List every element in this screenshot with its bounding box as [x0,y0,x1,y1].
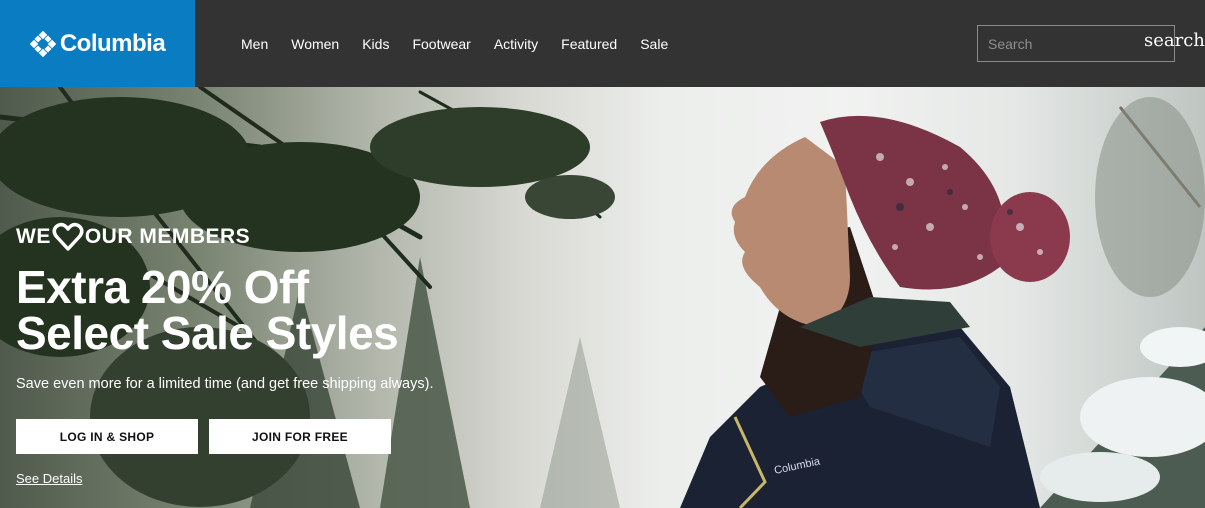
nav-footwear[interactable]: Footwear [412,36,470,52]
nav-sale[interactable]: Sale [640,36,668,52]
woman-figure: Columbia [680,115,1070,508]
headline-line-1: Extra 20% Off [16,261,309,313]
search-button[interactable]: search [1144,30,1205,51]
hero-subtext: Save even more for a limited time (and g… [16,376,434,392]
headline-line-2: Select Sale Styles [16,307,399,359]
search-form: search [977,25,1205,62]
nav-women[interactable]: Women [291,36,339,52]
hero-banner: Columbia WE OUR MEMBERS Extra 20% Off Se… [0,87,1205,508]
login-and-shop-button[interactable]: LOG IN & SHOP [16,419,198,454]
nav-kids[interactable]: Kids [362,36,389,52]
columbia-diamond-icon [29,30,56,57]
join-for-free-button[interactable]: JOIN FOR FREE [209,419,391,454]
hero-headline: Extra 20% Off Select Sale Styles [16,264,486,356]
members-prefix: WE [16,225,51,248]
logo-text: Columbia [59,29,166,57]
members-suffix: OUR MEMBERS [84,225,251,248]
nav-activity[interactable]: Activity [494,36,538,52]
logo-lockup: Columbia [29,29,166,58]
snowy-branch [1040,97,1205,508]
members-tagline: WE OUR MEMBERS [16,222,250,252]
see-details-link[interactable]: See Details [16,471,82,486]
brand-logo[interactable]: Columbia [0,0,195,87]
nav-featured[interactable]: Featured [561,36,617,52]
site-header: Columbia Men Women Kids Footwear Activit… [0,0,1205,87]
main-nav: Men Women Kids Footwear Activity Feature… [241,0,668,87]
heart-icon [52,222,84,251]
nav-men[interactable]: Men [241,36,268,52]
search-input[interactable] [978,26,1138,61]
